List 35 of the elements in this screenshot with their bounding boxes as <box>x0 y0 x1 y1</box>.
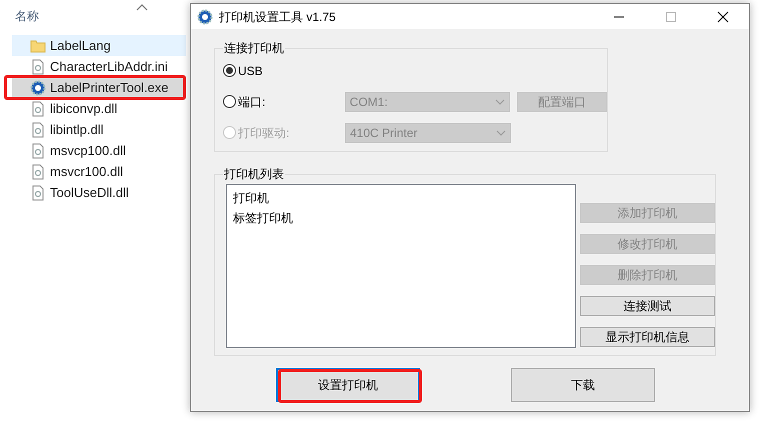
gear-icon <box>197 8 213 24</box>
file-row[interactable]: libiconvp.dll <box>12 98 186 119</box>
printer-listbox[interactable]: 打印机 标签打印机 <box>226 184 576 348</box>
list-item[interactable]: 打印机 <box>233 188 569 208</box>
file-row[interactable]: CharacterLibAddr.ini <box>12 56 186 77</box>
caret-icon <box>495 98 506 104</box>
radio-option[interactable]: USB <box>223 62 345 80</box>
file-row[interactable]: LabelLang <box>12 35 186 56</box>
maximize-icon <box>665 10 677 22</box>
action-button[interactable]: 连接测试 <box>580 296 715 316</box>
document-icon <box>30 122 46 138</box>
column-header[interactable]: 名称 <box>15 9 39 23</box>
action-button[interactable]: 显示打印机信息 <box>580 327 715 347</box>
group-title: 连接打印机 <box>223 40 285 56</box>
caret-icon <box>496 130 506 136</box>
document-icon <box>30 142 46 158</box>
dialog-button[interactable]: 下载 <box>511 368 655 402</box>
dropdown-value: 410C Printer <box>350 124 418 142</box>
file-row[interactable]: msvcp100.dll <box>12 140 186 161</box>
file-row[interactable]: msvcr100.dll <box>12 161 186 182</box>
folder-icon <box>30 38 46 54</box>
document-icon <box>30 58 46 74</box>
window-title: 打印机设置工具 v1.75 <box>219 8 336 26</box>
file-row[interactable]: libintlp.dll <box>12 119 186 140</box>
radio-option[interactable]: 端口: <box>223 92 345 110</box>
gear-icon <box>30 80 46 96</box>
document-icon <box>30 164 46 180</box>
dropdown-value: COM1: <box>350 94 388 110</box>
document-icon <box>30 100 46 116</box>
sort-chevron-icon <box>136 3 148 11</box>
document-icon <box>30 184 46 200</box>
group-title: 打印机列表 <box>223 166 285 182</box>
close-icon <box>717 10 729 22</box>
file-row[interactable]: ToolUseDll.dll <box>12 182 186 203</box>
list-item[interactable]: 标签打印机 <box>233 208 569 228</box>
